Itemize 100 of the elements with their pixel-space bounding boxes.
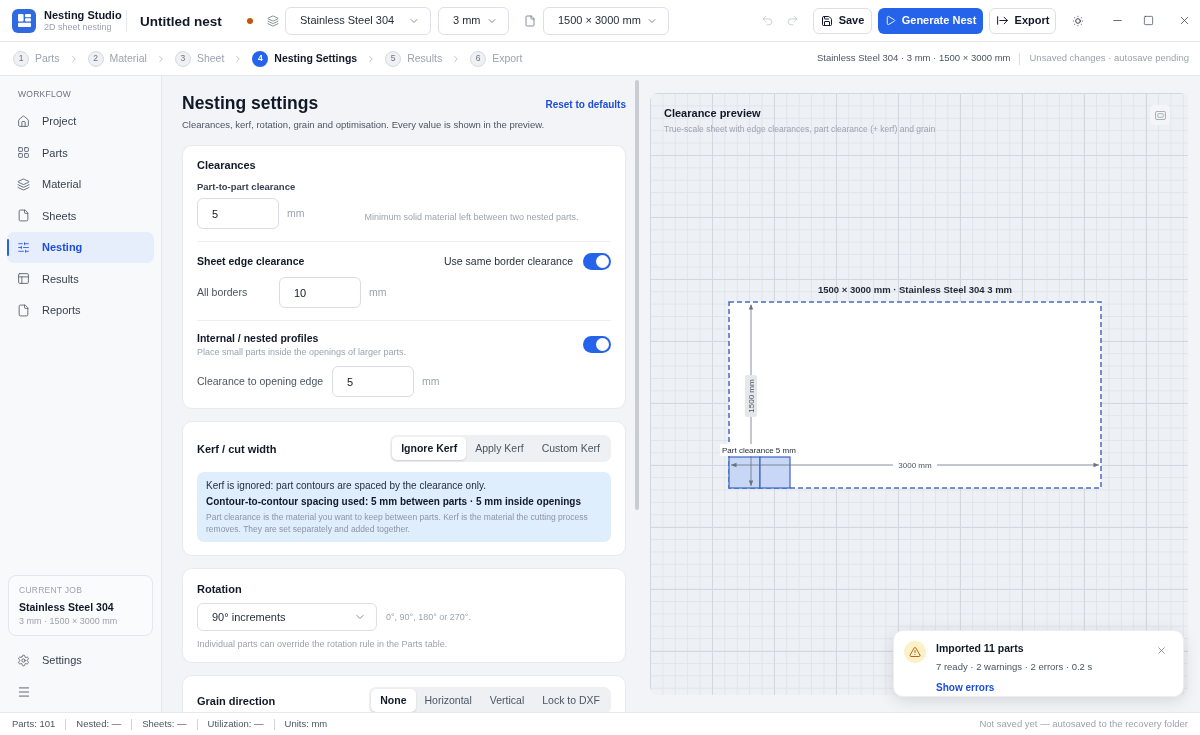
fit-view-icon <box>1154 110 1166 120</box>
grain-option[interactable]: None <box>371 689 416 712</box>
step-tab[interactable]: 6 Export <box>470 50 523 67</box>
settings-item[interactable]: Settings <box>7 645 154 676</box>
rotation-select[interactable]: 90° increments <box>197 603 377 632</box>
step-number: 5 <box>385 50 402 67</box>
show-errors-link[interactable]: Show errors <box>936 680 995 695</box>
section-title: Kerf / cut width <box>197 441 277 457</box>
sheet-size-label: 1500 × 3000 mm · Stainless Steel 304 3 mm <box>817 284 1013 295</box>
app-tagline: 2D sheet nesting <box>44 22 112 33</box>
save-status: Unsaved changes · autosave pending <box>1029 51 1189 66</box>
page-title: Nesting settings <box>182 92 319 114</box>
field-label: Part-to-part clearance <box>197 180 297 194</box>
height-dimension-label: 1500 mm <box>745 375 757 417</box>
subsection-description: Place small parts inside the openings of larger parts. <box>197 346 407 359</box>
sidebar-item[interactable]: Nesting <box>7 231 154 263</box>
sidebar-item[interactable]: Reports <box>7 294 154 326</box>
step-number: 2 <box>87 50 104 67</box>
status-item: Nested: — <box>76 716 122 731</box>
toast-detail: 7 ready · 2 warnings · 2 errors · 0.2 s <box>936 659 1093 674</box>
clearance-input[interactable]: 5 <box>197 198 279 230</box>
settings-icon <box>17 654 30 667</box>
layers-icon <box>17 177 30 191</box>
width-dimension-label: 3000 mm <box>898 460 932 470</box>
fit-view-button[interactable] <box>1150 105 1170 125</box>
reset-link[interactable]: Reset to defaults <box>545 97 626 112</box>
step-number: 1 <box>13 50 29 67</box>
home-icon <box>17 114 30 128</box>
sidebar-item[interactable]: Results <box>7 263 154 295</box>
unit-label: mm <box>369 284 387 300</box>
opening-clearance-input[interactable]: 5 <box>332 366 414 398</box>
toggle-switch[interactable] <box>583 253 611 271</box>
active-indicator <box>7 238 9 256</box>
job-summary: Stainless Steel 304 · 3 mm · 1500 × 3000 mm <box>816 51 1011 66</box>
arrow-from-line-icon <box>995 14 1009 27</box>
subsection-title: Sheet edge clearance <box>197 253 305 269</box>
close-icon[interactable] <box>1178 14 1191 27</box>
field-hint: Minimum solid material left between two nested parts. <box>364 211 579 224</box>
close-icon[interactable] <box>1156 645 1167 656</box>
field-label: Clearance to opening edge <box>197 373 325 389</box>
file-icon <box>17 303 30 317</box>
sidebar-item[interactable]: Project <box>7 105 154 137</box>
step-number: 6 <box>470 50 487 67</box>
step-tab[interactable]: 2 Material <box>87 50 147 67</box>
preview-title: Clearance preview <box>664 106 761 121</box>
step-tab[interactable]: 4 Nesting Settings <box>252 50 358 67</box>
grid-icon <box>17 146 30 160</box>
sidebar-item[interactable]: Sheets <box>7 200 154 232</box>
kerf-option[interactable]: Apply Kerf <box>466 437 533 461</box>
app-name: Nesting Studio <box>44 8 122 22</box>
sidebar-heading: WORKFLOW <box>18 88 73 101</box>
step-tab[interactable]: 5 Results <box>385 50 443 67</box>
sun-icon[interactable] <box>1071 13 1085 28</box>
kerf-option[interactable]: Custom Kerf <box>532 437 609 461</box>
maximize-icon[interactable] <box>1143 15 1154 26</box>
kerf-option[interactable]: Ignore Kerf <box>392 437 467 461</box>
material-select[interactable]: Stainless Steel 304 <box>285 6 431 35</box>
status-item: Parts: 101 <box>12 716 56 731</box>
info-text: Kerf is ignored: part contours are spaced by the clearance only. <box>206 479 486 493</box>
export-button[interactable]: Export <box>989 7 1056 34</box>
logo-icon <box>12 8 36 33</box>
section-note: Individual parts can override the rotation rule in the Parts table. <box>197 638 448 652</box>
file-icon <box>524 14 536 27</box>
subsection-title: Internal / nested profiles <box>197 331 319 346</box>
field-label: All borders <box>197 284 249 300</box>
step-tab[interactable]: 1 Parts <box>13 50 60 67</box>
part-rectangle <box>759 456 791 489</box>
border-clearance-input[interactable]: 10 <box>279 277 361 309</box>
warning-icon <box>904 641 926 663</box>
preview-subtitle: True-scale sheet with edge clearances, part clearance (+ kerf) and grain <box>664 122 936 136</box>
menu-icon[interactable] <box>17 685 31 699</box>
status-item: Utilization: — <box>207 716 264 731</box>
sidebar-item[interactable]: Material <box>7 168 154 200</box>
toggle-label: Use same border clearance <box>444 253 573 269</box>
thickness-select[interactable]: 3 mm <box>438 6 509 35</box>
panel-icon <box>17 272 30 286</box>
file-icon <box>17 209 30 223</box>
document-title: Untitled nest <box>140 13 222 29</box>
save-button[interactable]: Save <box>813 7 872 34</box>
section-title: Clearances <box>197 158 257 173</box>
unit-label: mm <box>422 373 440 389</box>
sheet-size-select[interactable]: 1500 × 3000 mm <box>543 6 669 35</box>
unit-label: mm <box>287 205 305 221</box>
sidebar-item[interactable]: Parts <box>7 137 154 169</box>
toggle-switch[interactable] <box>583 336 611 354</box>
generate-nest-button[interactable]: Generate Nest <box>878 7 983 34</box>
layers-icon <box>267 14 279 27</box>
status-message: Not saved yet — autosaved to the recovery folder <box>979 716 1188 731</box>
status-item: Sheets: — <box>142 716 187 731</box>
sliders-icon <box>17 240 30 254</box>
status-item: Units: mm <box>284 716 328 731</box>
scrollbar-thumb[interactable] <box>635 80 639 510</box>
job-material: Stainless Steel 304 <box>19 600 114 614</box>
page-subtitle: Clearances, kerf, rotation, grain and optimisation. Every value is shown in the preview. <box>182 118 546 132</box>
grain-option[interactable]: Horizontal <box>415 689 481 712</box>
step-number: 3 <box>174 50 191 67</box>
grain-option[interactable]: Lock to DXF <box>533 689 609 712</box>
step-tab[interactable]: 3 Sheet <box>174 50 225 67</box>
step-number: 4 <box>252 50 269 67</box>
grain-option[interactable]: Vertical <box>480 689 534 712</box>
